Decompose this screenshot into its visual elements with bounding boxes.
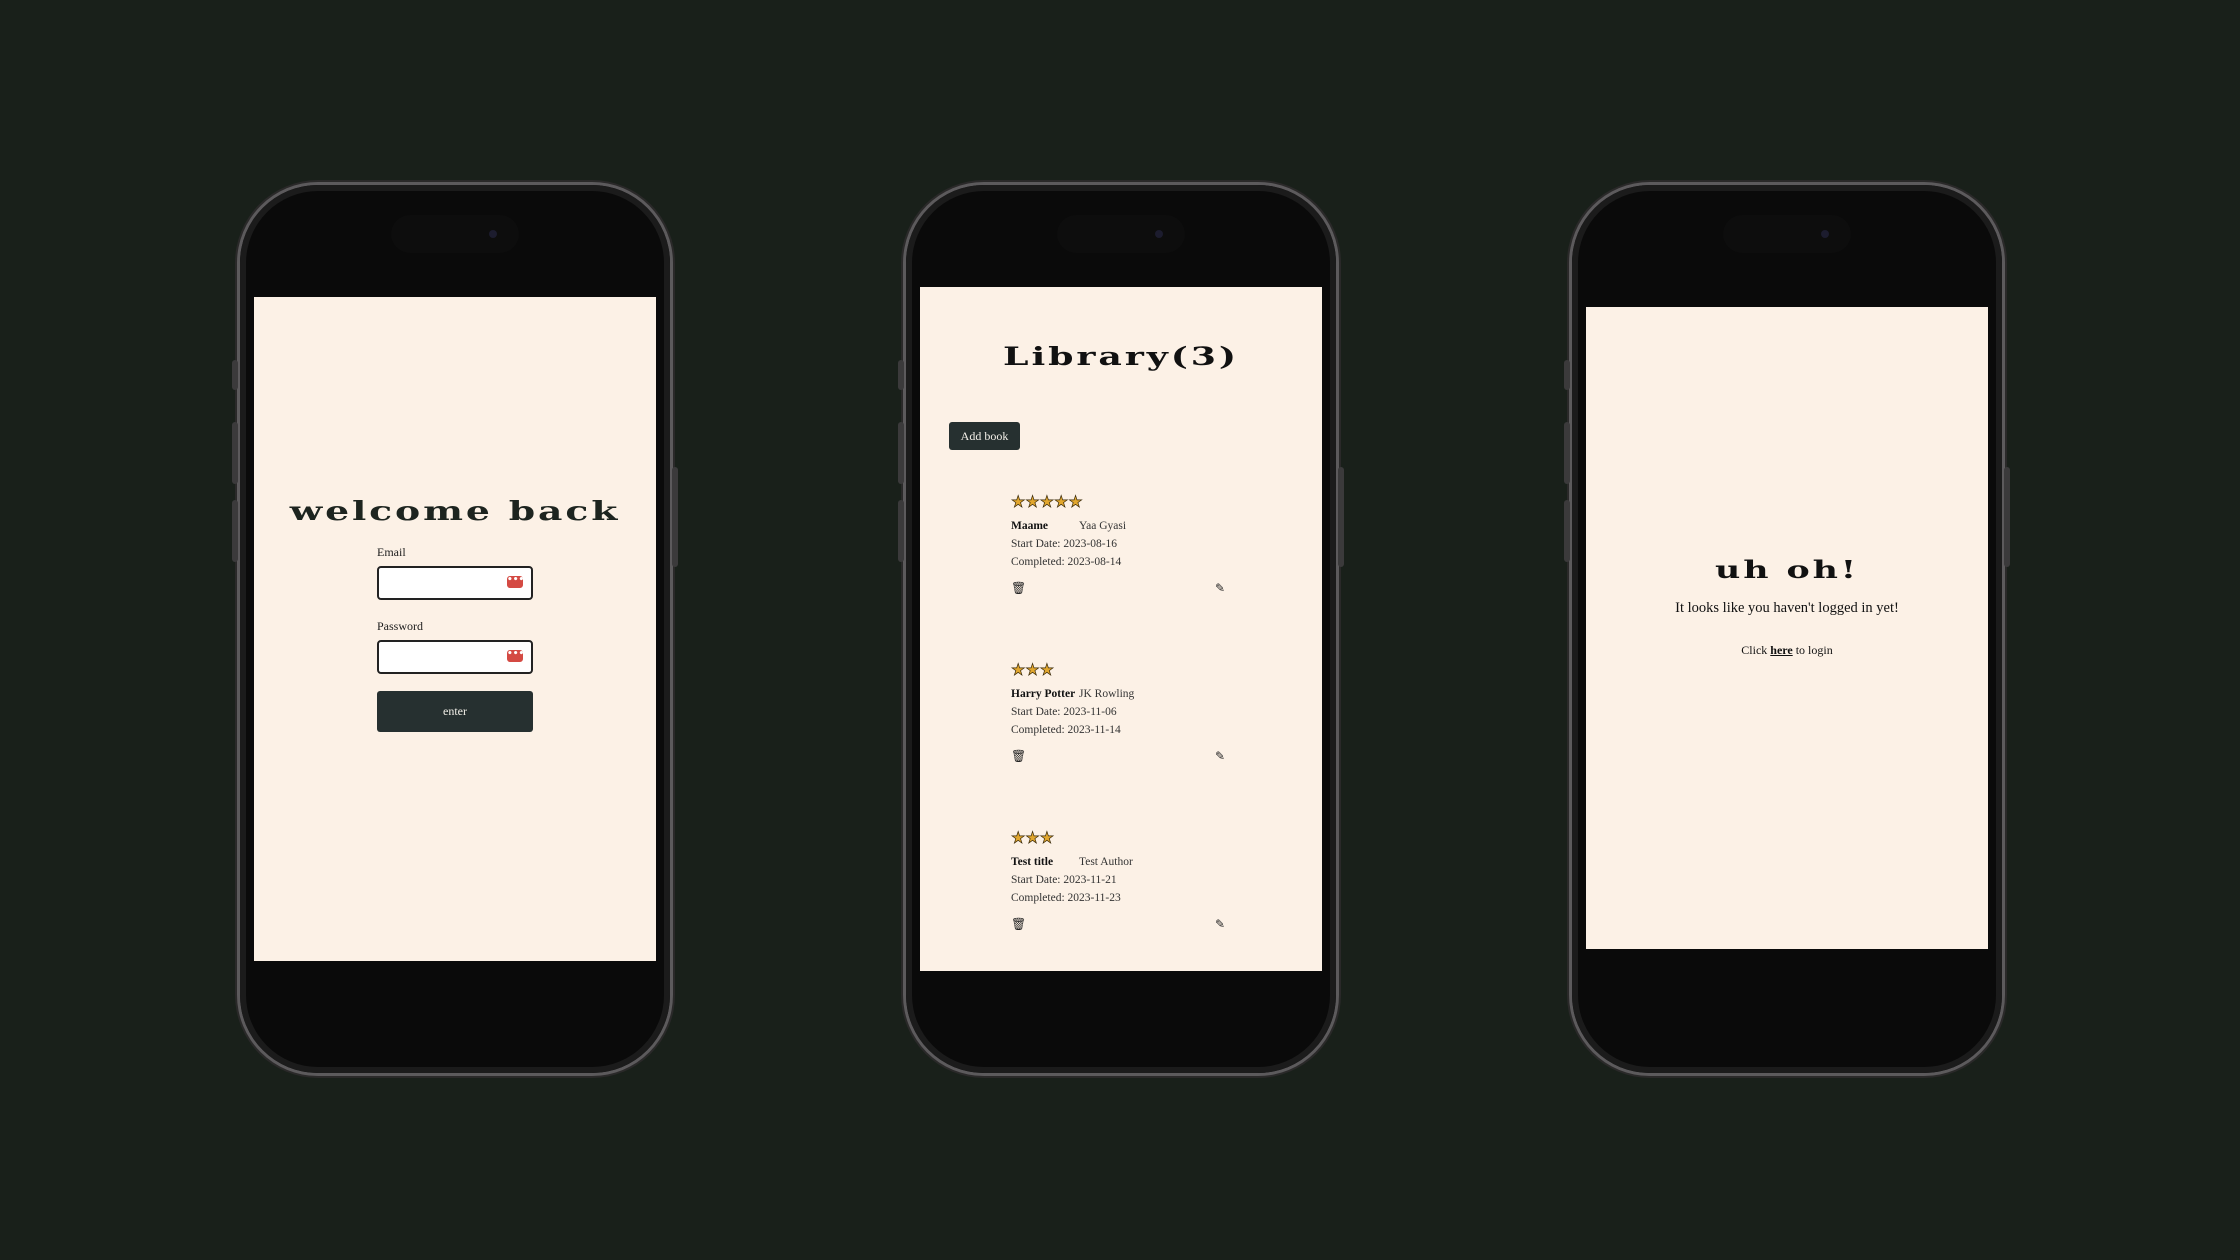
key-icon[interactable]: •••	[507, 650, 524, 662]
email-field[interactable]: •••	[377, 566, 533, 600]
mute-switch	[1564, 360, 1570, 390]
completed-date: Completed: 2023-11-14	[1011, 724, 1121, 736]
power-button	[672, 467, 678, 567]
volume-up-button	[898, 422, 904, 484]
camera	[1155, 230, 1163, 238]
login-prompt-prefix: Click	[1741, 643, 1771, 657]
error-title: uh oh!	[1715, 555, 1859, 584]
edit-icon[interactable]: ✎	[1215, 749, 1225, 763]
volume-up-button	[232, 422, 238, 484]
book-card: ★★★ Test title Test Author Start Date: 20…	[1011, 828, 1231, 937]
book-card: ★★★★★ Maame Yaa Gyasi Start Date: 2023-08…	[1011, 492, 1231, 601]
volume-down-button	[232, 500, 238, 562]
completed-date: Completed: 2023-08-14	[1011, 556, 1122, 568]
not-logged-in-screen: uh oh! It looks like you haven't logged …	[1586, 307, 1988, 949]
volume-down-button	[898, 500, 904, 562]
dynamic-island	[1057, 215, 1185, 253]
page-title: Library(3)	[1003, 342, 1239, 371]
dynamic-island	[1723, 215, 1851, 253]
phone-not-logged-in: uh oh! It looks like you haven't logged …	[1564, 185, 2010, 1073]
power-button	[1338, 467, 1344, 567]
power-button	[2004, 467, 2010, 567]
book-author: JK Rowling	[1079, 688, 1135, 700]
book-title: Test title	[1011, 856, 1054, 868]
trash-icon[interactable]: 🗑	[1011, 581, 1026, 595]
error-message: It looks like you haven't logged in yet!	[1675, 600, 1899, 616]
volume-up-button	[1564, 422, 1570, 484]
start-date: Start Date: 2023-11-21	[1011, 874, 1117, 886]
rating-stars: ★★★★★	[1011, 492, 1083, 512]
login-screen: welcome back Email ••• Password ••• ente…	[254, 297, 656, 961]
volume-down-button	[1564, 500, 1570, 562]
edit-icon[interactable]: ✎	[1215, 581, 1225, 595]
add-book-button[interactable]: Add book	[949, 422, 1020, 450]
edit-icon[interactable]: ✎	[1215, 917, 1225, 931]
start-date: Start Date: 2023-08-16	[1011, 538, 1118, 550]
rating-stars: ★★★	[1011, 828, 1055, 848]
mute-switch	[898, 360, 904, 390]
camera	[489, 230, 497, 238]
start-date: Start Date: 2023-11-06	[1011, 706, 1117, 718]
dynamic-island	[391, 215, 519, 253]
book-author: Yaa Gyasi	[1079, 520, 1127, 532]
phone-login: welcome back Email ••• Password ••• ente…	[232, 185, 678, 1073]
password-label: Password	[377, 619, 424, 633]
book-title: Maame	[1011, 520, 1049, 532]
rating-stars: ★★★	[1011, 660, 1055, 680]
password-field[interactable]: •••	[377, 640, 533, 674]
trash-icon[interactable]: 🗑	[1011, 749, 1026, 763]
enter-button[interactable]: enter	[377, 691, 533, 732]
login-prompt-suffix: to login	[1792, 643, 1833, 657]
email-label: Email	[377, 545, 406, 559]
book-title: Harry Potter	[1011, 688, 1076, 700]
login-prompt: Click here to login	[1586, 643, 1988, 658]
phone-library: Library(3) Add book ★★★★★ Maame Yaa Gyasi…	[898, 185, 1344, 1073]
login-link[interactable]: here	[1770, 643, 1792, 657]
book-card: ★★★ Harry Potter JK Rowling Start Date: 2…	[1011, 660, 1231, 769]
key-icon[interactable]: •••	[507, 576, 524, 588]
login-title: welcome back	[289, 497, 621, 527]
completed-date: Completed: 2023-11-23	[1011, 892, 1121, 904]
mute-switch	[232, 360, 238, 390]
book-author: Test Author	[1079, 856, 1133, 868]
trash-icon[interactable]: 🗑	[1011, 917, 1026, 931]
camera	[1821, 230, 1829, 238]
library-screen: Library(3) Add book ★★★★★ Maame Yaa Gyasi…	[920, 287, 1322, 971]
